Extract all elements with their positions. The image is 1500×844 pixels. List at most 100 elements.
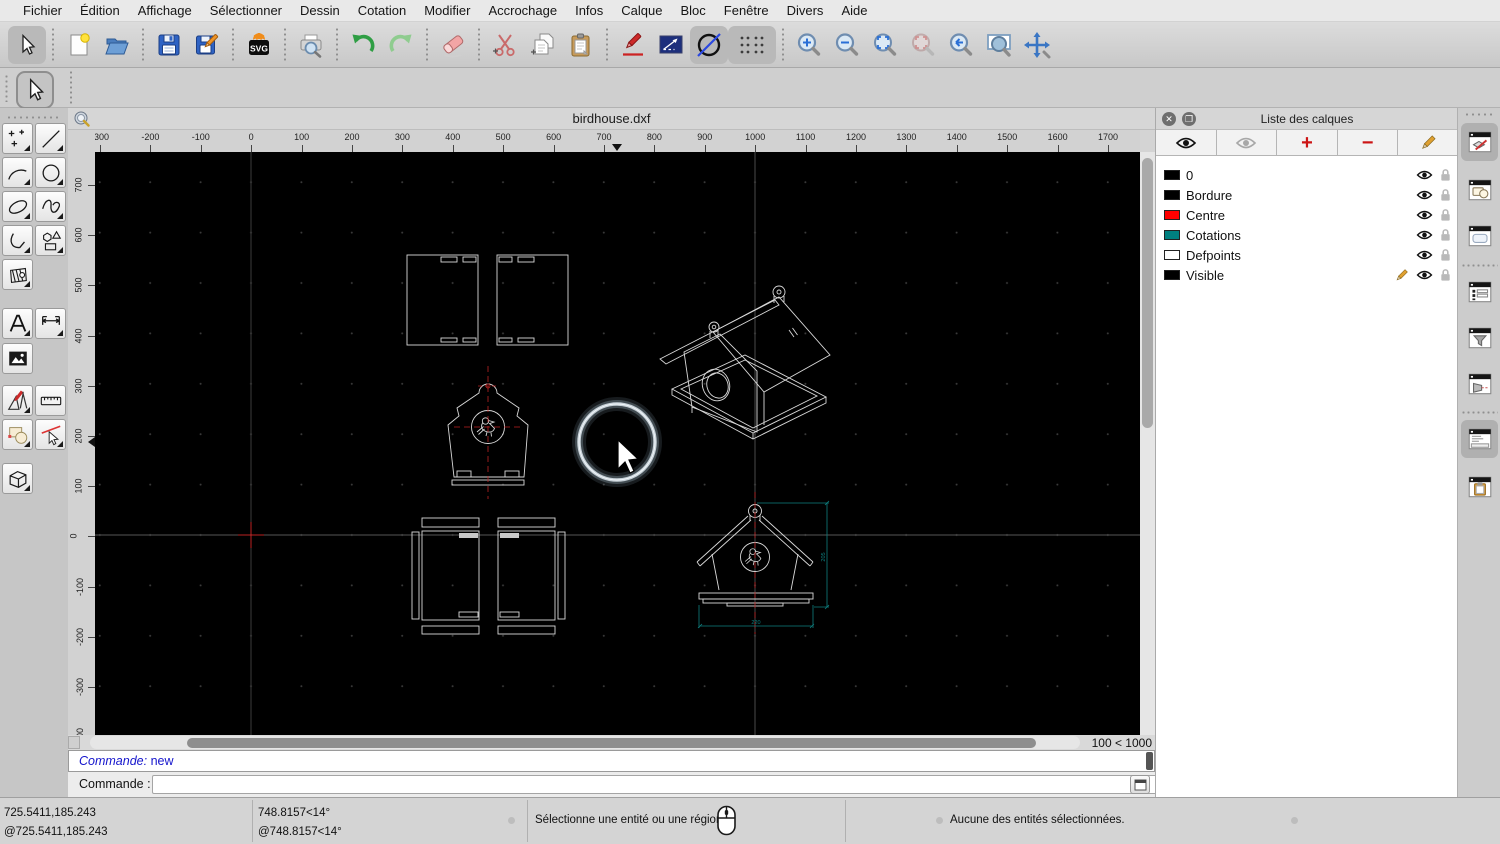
grid-toggle-button[interactable] (728, 25, 776, 64)
layer-visible-icon[interactable] (1416, 248, 1433, 266)
select-tool-button[interactable] (8, 25, 46, 64)
save-button[interactable] (150, 26, 188, 64)
svg-export-button[interactable]: SVG (240, 26, 278, 64)
zoom-auto-button[interactable] (866, 26, 904, 64)
layer-visible-icon[interactable] (1416, 228, 1433, 246)
new-document-button[interactable] (60, 26, 98, 64)
line-tool[interactable] (35, 123, 66, 154)
vertical-scrollbar-thumb[interactable] (1142, 158, 1153, 428)
hide-all-layers-button[interactable] (1217, 130, 1278, 155)
menu-fenetre[interactable]: Fenêtre (715, 3, 778, 18)
layer-row-centre[interactable]: Centre (1156, 205, 1458, 225)
save-as-button[interactable] (188, 26, 226, 64)
angle-reference-button[interactable] (652, 26, 690, 64)
menu-cotation[interactable]: Cotation (349, 3, 415, 18)
command-options-button[interactable] (1130, 775, 1150, 794)
clipboard-panel-button[interactable] (1461, 468, 1498, 506)
layer-row-bordure[interactable]: Bordure (1156, 185, 1458, 205)
modify-tool[interactable] (2, 419, 33, 450)
show-all-layers-button[interactable] (1156, 130, 1217, 155)
draw-measure-tool[interactable] (2, 385, 33, 416)
copy-button[interactable] (524, 26, 562, 64)
status-separator (527, 800, 528, 842)
zoom-selection-button[interactable] (904, 26, 942, 64)
menu-divers[interactable]: Divers (778, 3, 833, 18)
zoom-previous-button[interactable] (942, 26, 980, 64)
layer-panel-titlebar[interactable]: ✕ ❐ Liste des calques (1156, 108, 1458, 130)
layer-row-0[interactable]: 0 (1156, 165, 1458, 185)
layer-visible-icon[interactable] (1416, 168, 1433, 186)
edit-layer-button[interactable] (1398, 130, 1458, 155)
menu-modifier[interactable]: Modifier (415, 3, 479, 18)
add-layer-button[interactable]: + (1277, 130, 1338, 155)
menu-bloc[interactable]: Bloc (671, 3, 714, 18)
delete-select-tool[interactable] (35, 419, 66, 450)
dimension-icon (41, 315, 60, 325)
zoom-window-button[interactable] (980, 26, 1018, 64)
library-browser-button[interactable] (1461, 217, 1498, 255)
drawing-canvas[interactable]: 220 205 (95, 152, 1140, 735)
layer-row-visible-current[interactable]: Visible (1156, 265, 1458, 285)
command-input[interactable] (152, 775, 1192, 794)
dimension-tool[interactable] (35, 308, 66, 339)
toolbar-drag-handle[interactable] (5, 74, 8, 102)
layer-row-defpoints[interactable]: Defpoints (1156, 245, 1458, 265)
redo-button[interactable] (382, 26, 420, 64)
layer-row-cotations[interactable]: Cotations (1156, 225, 1458, 245)
menu-infos[interactable]: Infos (566, 3, 612, 18)
print-preview-button[interactable] (292, 26, 330, 64)
menu-affichage[interactable]: Affichage (129, 3, 201, 18)
delete-eraser-button[interactable] (434, 26, 472, 64)
horizontal-scrollbar-thumb[interactable] (187, 738, 1036, 748)
image-tool[interactable] (2, 343, 33, 374)
horizontal-scrollbar[interactable] (90, 736, 1080, 749)
view-panel-button[interactable] (1461, 365, 1498, 403)
menu-aide[interactable]: Aide (832, 3, 876, 18)
layer-visible-icon[interactable] (1416, 208, 1433, 226)
spline-tool[interactable] (35, 191, 66, 222)
pan-button[interactable] (1018, 26, 1056, 64)
layer-list-panel-button[interactable] (1461, 123, 1498, 161)
cut-button[interactable] (486, 26, 524, 64)
view-3d-tool[interactable] (2, 463, 33, 494)
arc-tool[interactable] (2, 157, 33, 188)
points-tool[interactable] (2, 123, 33, 154)
zoom-in-button[interactable] (790, 26, 828, 64)
selection-filter-panel-button[interactable] (1461, 319, 1498, 357)
undo-button[interactable] (344, 26, 382, 64)
menu-accrochage[interactable]: Accrochage (479, 3, 566, 18)
remove-layer-button[interactable]: − (1338, 130, 1399, 155)
ruler-label: 500 (73, 277, 84, 293)
measure-tool[interactable] (35, 385, 66, 416)
palette-drag-handle[interactable] (6, 116, 62, 119)
paste-button[interactable] (562, 26, 600, 64)
shapes-tool[interactable] (35, 225, 66, 256)
menu-calque[interactable]: Calque (612, 3, 671, 18)
menu-fichier[interactable]: Fichier (14, 3, 71, 18)
menu-dessin[interactable]: Dessin (291, 3, 349, 18)
layer-visible-icon[interactable] (1416, 188, 1433, 206)
draw-order-button[interactable] (614, 26, 652, 64)
vertical-scrollbar[interactable] (1140, 152, 1155, 735)
selection-pointer-button[interactable] (16, 71, 54, 109)
command-line-panel-button[interactable] (1461, 420, 1498, 458)
zoom-out-button[interactable] (828, 26, 866, 64)
restrict-nothing-button[interactable] (690, 25, 728, 64)
status-bullet (936, 817, 943, 824)
polyline-tool[interactable] (2, 225, 33, 256)
ellipse-tool[interactable] (2, 191, 33, 222)
layer-visible-icon[interactable] (1416, 268, 1433, 286)
menu-selectionner[interactable]: Sélectionner (201, 3, 291, 18)
hatch-tool[interactable] (2, 259, 33, 290)
relative-coordinates: @725.5411,185.243 (4, 826, 108, 838)
block-list-panel-button[interactable] (1461, 171, 1498, 209)
open-file-button[interactable] (98, 26, 136, 64)
dock-drag-handle[interactable] (1464, 113, 1494, 116)
menu-edition[interactable]: Édition (71, 3, 129, 18)
property-list-panel-button[interactable] (1461, 273, 1498, 311)
drawing-window-titlebar[interactable]: birdhouse.dxf (68, 108, 1155, 130)
history-scrollbar[interactable] (1146, 752, 1153, 770)
text-tool[interactable] (2, 308, 33, 339)
layer-lock-icon[interactable] (1439, 268, 1452, 287)
circle-tool[interactable] (35, 157, 66, 188)
